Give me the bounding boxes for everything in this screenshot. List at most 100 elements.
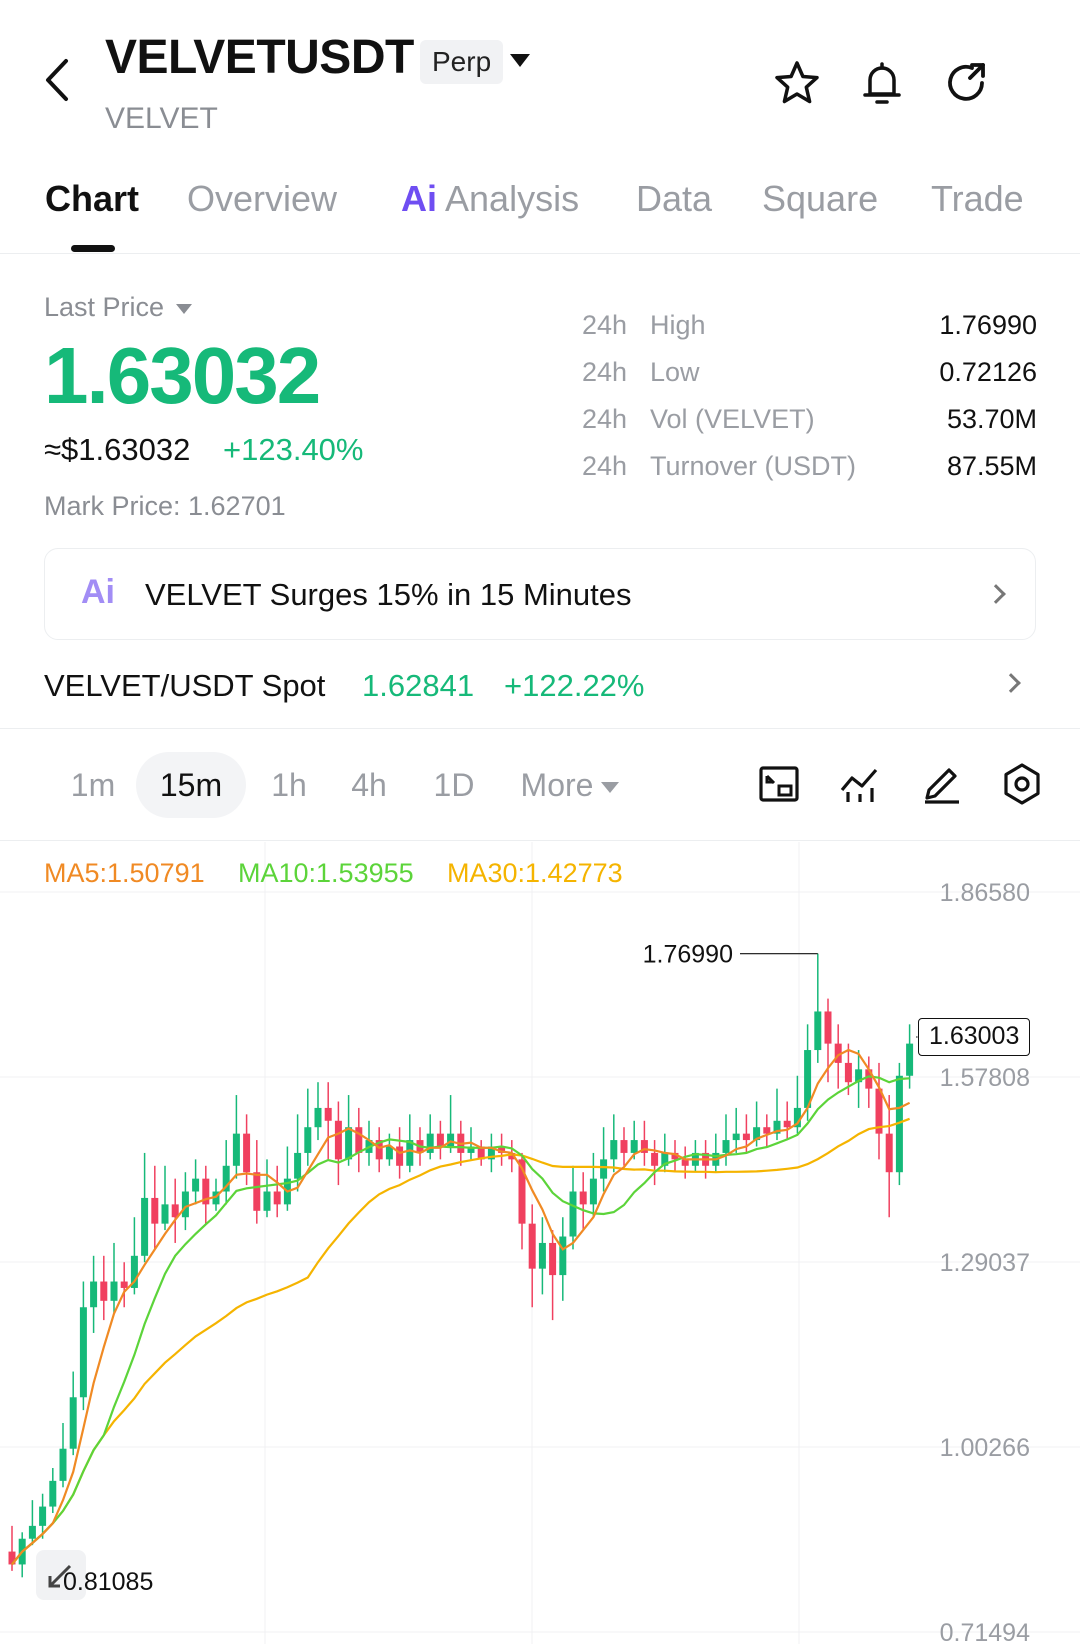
tab-chart[interactable]: Chart	[45, 178, 139, 220]
change-percent: +123.40%	[223, 432, 364, 467]
caret-down-icon	[176, 303, 193, 314]
stat-row: 24h Vol (VELVET) 53.70M	[582, 404, 1037, 434]
candle-body	[620, 1140, 628, 1153]
candle-body	[324, 1107, 332, 1121]
interval-more[interactable]: More	[510, 752, 630, 818]
symbol-title: VELVETUSDT	[105, 31, 414, 84]
tab-analysis[interactable]: Ai Analysis	[401, 178, 579, 220]
tab-data[interactable]: Data	[636, 178, 712, 220]
y-axis-label: 0.71494	[940, 1619, 1030, 1644]
ai-news-banner[interactable]: Ai VELVET Surges 15% in 15 Minutes	[44, 548, 1036, 640]
candle-body	[181, 1191, 189, 1218]
candle-body	[334, 1120, 342, 1160]
stat-row: 24h Turnover (USDT) 87.55M	[582, 451, 1037, 481]
stat-row: 24h Low 0.72126	[582, 357, 1037, 387]
header: VELVETUSDT Perp VELVET	[0, 0, 1080, 160]
stat-turnover-value: 87.55M	[946, 451, 1037, 481]
ai-icon: Ai	[401, 178, 437, 219]
high-annotation: 1.76990	[643, 941, 733, 969]
stat-low-value: 0.72126	[939, 357, 1037, 387]
candle-body	[79, 1307, 87, 1398]
candle-body	[243, 1133, 251, 1173]
candle-body	[69, 1397, 77, 1449]
last-price-selector[interactable]: Last Price	[44, 292, 193, 323]
ai-icon: Ai	[81, 573, 115, 611]
current-price-tag: 1.63003	[918, 1018, 1031, 1056]
interval-15m[interactable]: 15m	[136, 752, 246, 818]
candle-body	[630, 1140, 638, 1153]
candle-body	[263, 1191, 271, 1211]
tab-square[interactable]: Square	[762, 178, 878, 220]
candle-body	[559, 1236, 567, 1276]
candle-body	[151, 1197, 159, 1224]
candle-body	[528, 1223, 536, 1269]
candle-body	[589, 1178, 597, 1205]
tab-overview[interactable]: Overview	[187, 178, 337, 220]
ma30-legend: MA30:1.42773	[447, 858, 623, 888]
candle-body	[314, 1107, 322, 1128]
candle-body	[59, 1448, 67, 1481]
candle-body	[28, 1525, 36, 1539]
interval-1m[interactable]: 1m	[58, 752, 128, 818]
caret-down-icon	[601, 782, 620, 794]
draw-icon[interactable]	[919, 762, 963, 806]
star-icon[interactable]	[772, 58, 822, 108]
candle-body	[610, 1140, 618, 1160]
ma5-legend: MA5:1.50791	[44, 858, 205, 888]
indicators-icon[interactable]	[838, 762, 882, 806]
candle-body	[722, 1140, 730, 1153]
usd-value: ≈$1.63032	[44, 432, 191, 467]
share-icon[interactable]	[942, 58, 992, 108]
candle-body	[294, 1152, 302, 1179]
candle-body	[39, 1506, 47, 1526]
candlestick-chart[interactable]: 1.86580 1.57808 1.29037 1.00266 0.71494 1.769…	[0, 842, 1080, 1644]
interval-4h[interactable]: 4h	[334, 752, 404, 818]
contract-dropdown-icon[interactable]	[510, 54, 530, 67]
base-asset-name: VELVET	[105, 102, 218, 135]
divider	[0, 840, 1080, 841]
spot-price: 1.62841	[362, 668, 475, 703]
candle-body	[742, 1133, 750, 1141]
candle-body	[600, 1159, 608, 1179]
ma10-legend: MA10:1.53955	[238, 858, 414, 888]
candle-body	[732, 1133, 740, 1141]
interval-1h[interactable]: 1h	[254, 752, 324, 818]
fullscreen-icon[interactable]	[757, 762, 801, 806]
candle-body	[141, 1197, 149, 1256]
spot-change: +122.22%	[504, 668, 645, 703]
candle-body	[273, 1191, 281, 1205]
y-axis-label: 1.86580	[940, 879, 1030, 907]
contract-type-badge[interactable]: Perp	[420, 40, 504, 84]
candle-body	[232, 1133, 240, 1166]
candle-body	[396, 1146, 404, 1166]
chevron-right-icon	[986, 584, 1006, 604]
candle-body	[538, 1242, 546, 1269]
candle-body	[304, 1127, 312, 1153]
candle-body	[885, 1133, 893, 1173]
mark-price: Mark Price: 1.62701	[44, 491, 286, 521]
candle-body	[90, 1281, 98, 1308]
stat-high-value: 1.76990	[939, 310, 1037, 340]
spot-pair-label: VELVET/USDT Spot	[44, 668, 326, 703]
tab-trade[interactable]: Trade	[931, 178, 1024, 220]
candle-body	[651, 1152, 659, 1166]
candle-body	[49, 1480, 57, 1507]
y-axis-label: 1.00266	[940, 1434, 1030, 1462]
low-annotation: 0.81085	[63, 1568, 154, 1596]
candle-body	[192, 1178, 200, 1192]
settings-icon[interactable]	[1000, 762, 1044, 806]
candle-body	[814, 1011, 822, 1051]
stat-vol-value: 53.70M	[946, 404, 1037, 434]
stat-row: 24h High 1.76990	[582, 310, 1037, 340]
back-arrow-icon[interactable]	[40, 55, 80, 105]
interval-1d[interactable]: 1D	[414, 752, 494, 818]
tab-bar: Chart Overview Ai Analysis Data Square T…	[0, 170, 1080, 254]
candle-body	[569, 1191, 577, 1237]
candle-body	[763, 1127, 771, 1134]
candle-body	[253, 1172, 261, 1211]
candle-body	[161, 1204, 169, 1224]
candle-body	[579, 1191, 587, 1205]
bell-icon[interactable]	[857, 58, 907, 108]
candle-body	[120, 1281, 128, 1288]
last-price-value: 1.63032	[44, 331, 321, 420]
